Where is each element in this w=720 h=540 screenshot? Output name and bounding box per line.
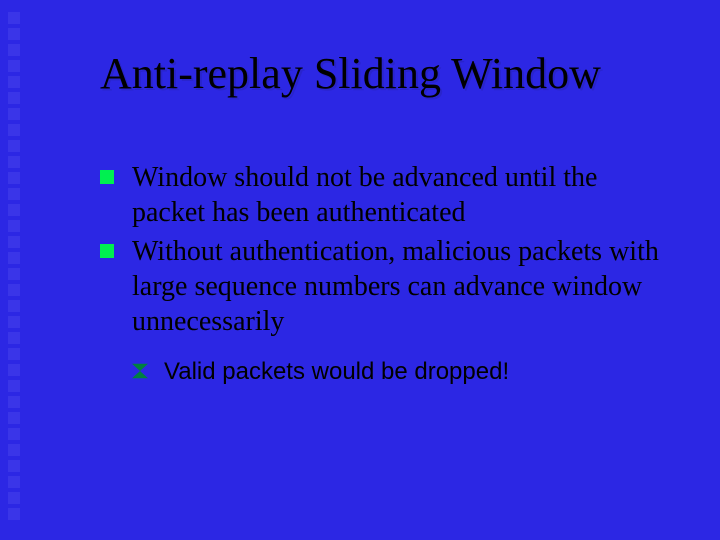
- slide-title: Anti-replay Sliding Window: [100, 48, 601, 99]
- bullet-level2: Valid packets would be dropped!: [132, 357, 670, 387]
- bullet-text: Window should not be advanced until the …: [132, 162, 597, 228]
- slide: Anti-replay Sliding Window Window should…: [0, 0, 720, 540]
- bullet-text: Valid packets would be dropped!: [164, 358, 509, 385]
- left-decorative-squares: [8, 12, 22, 528]
- slide-body: Window should not be advanced until the …: [100, 160, 670, 387]
- bullet-level1: Without authentication, malicious packet…: [100, 234, 670, 339]
- bullet-level1: Window should not be advanced until the …: [100, 160, 670, 230]
- bullet-text: Without authentication, malicious packet…: [132, 236, 659, 337]
